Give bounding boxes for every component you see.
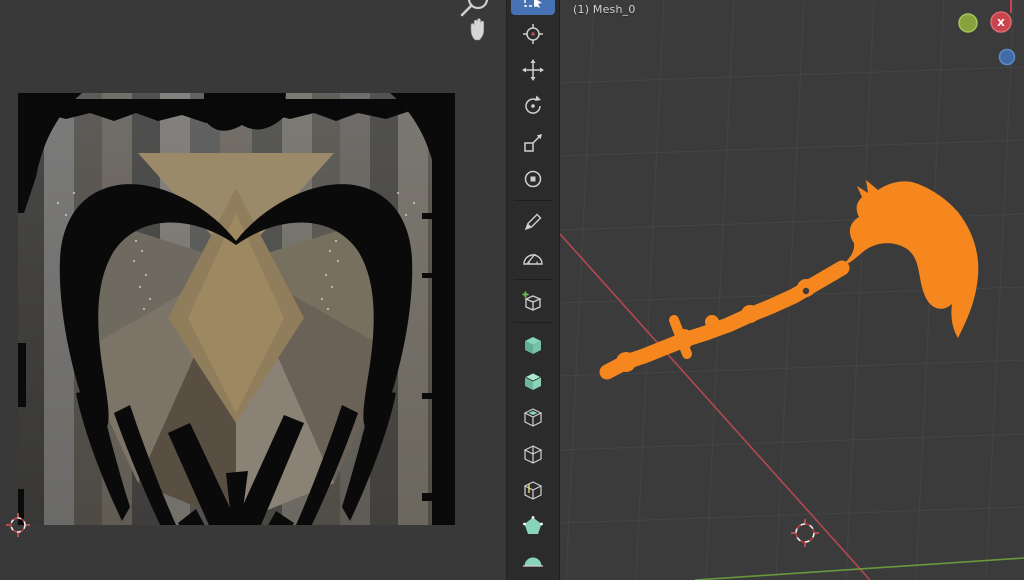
baked-texture-image (18, 93, 455, 525)
tool-extrude-region[interactable] (511, 327, 555, 362)
transform-gizmo-icon (524, 170, 542, 188)
magnifier-icon[interactable] (460, 0, 489, 17)
tool-measure[interactable] (511, 241, 555, 276)
cube-loop-icon (523, 481, 543, 500)
tool-rotate[interactable] (511, 89, 555, 124)
tool-annotate[interactable] (511, 205, 555, 240)
navigation-gizmo: X (958, 0, 1016, 66)
editor-nav-overlay (460, 0, 489, 41)
move-arrows-icon (522, 59, 544, 82)
y-axis-line (694, 557, 1024, 580)
toolbar-separator (514, 279, 552, 280)
tool-bevel[interactable] (511, 436, 555, 471)
mesh-object[interactable] (599, 180, 979, 380)
cursor-3d (791, 519, 819, 547)
tool-inset-faces[interactable] (511, 400, 555, 435)
cube-inset-icon (523, 408, 543, 428)
half-dome-icon (523, 557, 543, 568)
uv-2d-cursor (6, 513, 30, 537)
toolbar-separator (514, 199, 552, 201)
hand-icon[interactable] (470, 18, 485, 41)
tool-scale[interactable] (511, 125, 555, 160)
pencil-icon (524, 213, 542, 231)
cube-plus-icon (522, 291, 542, 311)
tool-move[interactable] (511, 53, 555, 88)
tool-add-cube[interactable] (511, 284, 555, 319)
rotate-arrow-icon (525, 95, 541, 115)
tool-cursor[interactable] (511, 16, 555, 51)
viewport-object-label: (1) Mesh_0 (573, 3, 636, 16)
scale-arrow-icon (524, 133, 542, 152)
cursor-crosshair-icon (523, 23, 543, 44)
uv-image-editor[interactable] (0, 0, 506, 580)
tool-spin[interactable] (511, 545, 555, 580)
box-select-icon (524, 0, 542, 8)
toolbar-separator (514, 322, 552, 324)
tool-loop-cut[interactable] (511, 472, 555, 507)
gizmo-y-ball[interactable] (958, 13, 978, 33)
viewport-canvas: X (560, 0, 1024, 580)
tool-select-box[interactable] (511, 0, 555, 16)
viewport-3d[interactable]: X (1) Mesh_0 (560, 0, 1024, 580)
tool-poly-build[interactable] (511, 509, 555, 544)
cube-solid-light-icon (524, 372, 542, 391)
blender-window: X (1) Mesh_0 (0, 0, 1024, 580)
cube-wire-icon (523, 444, 543, 464)
gizmo-x-label: X (997, 18, 1005, 29)
tool-shelf (506, 0, 560, 580)
tool-extrude-manifold[interactable] (511, 364, 555, 399)
polygon-icon (523, 516, 543, 535)
tool-transform[interactable] (511, 161, 555, 196)
cube-solid-icon (525, 336, 541, 354)
gizmo-z-ball[interactable] (998, 48, 1016, 66)
protractor-icon (523, 253, 543, 266)
